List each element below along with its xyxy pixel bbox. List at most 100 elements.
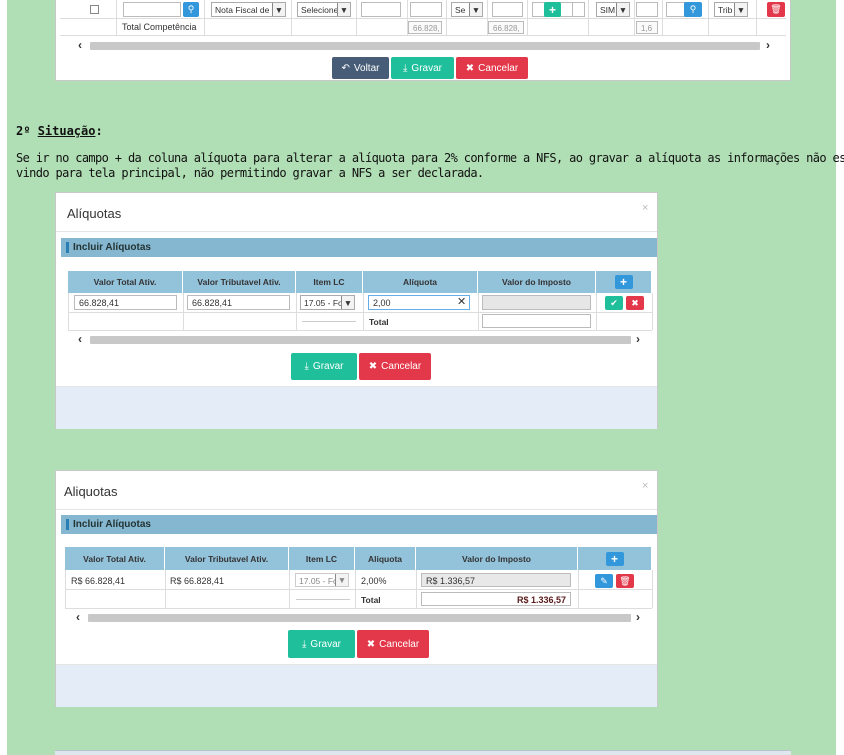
close-icon[interactable]: × (642, 202, 648, 214)
cancelar-button[interactable]: ✖ Cancelar (357, 630, 429, 658)
status-select[interactable]: Selecione ▼ (297, 2, 351, 17)
header-actions: + (578, 547, 652, 570)
total-label: Total (369, 317, 389, 327)
value-field-f[interactable] (636, 2, 658, 17)
header-aliquota: Aliquota (355, 547, 416, 570)
total-imposto-field (482, 314, 591, 328)
gravar-button[interactable]: ⤓ Gravar (291, 353, 357, 380)
situation-line-2: vindo para tela principal, não permitind… (16, 166, 484, 180)
value-field-a[interactable] (361, 2, 401, 17)
row-checkbox[interactable] (90, 5, 99, 14)
close-icon: ✖ (366, 638, 376, 650)
aliquota-value: 2,00 (373, 298, 391, 308)
header-valor-total: Valor Total Ativ. (68, 271, 183, 293)
horizontal-scrollbar[interactable] (90, 42, 760, 50)
horizontal-scrollbar[interactable] (88, 614, 631, 622)
gravar-button[interactable]: ⤓ Gravar (288, 630, 355, 658)
heading-word: Situação (37, 124, 96, 138)
download-icon: ⤓ (302, 638, 307, 650)
add-icon[interactable]: + (605, 551, 624, 566)
search-field[interactable] (123, 2, 181, 17)
se-value: Se (455, 5, 466, 15)
modal-title: Aliquotas (64, 484, 118, 499)
section-header: Incluir Alíquotas (61, 515, 657, 534)
value-field-e[interactable] (572, 2, 585, 17)
trib-select[interactable]: Trib ▼ (714, 2, 748, 17)
voltar-label: Voltar (353, 62, 380, 74)
modal-footer (56, 387, 657, 429)
heading-number: 2º (16, 124, 38, 138)
modal-title: Alíquotas (67, 206, 122, 221)
value-field-c[interactable] (492, 2, 523, 17)
add-aliquota-icon[interactable]: + (544, 2, 561, 17)
cancelar-label: Cancelar (478, 62, 519, 74)
clear-input-icon[interactable]: ✕ (457, 295, 466, 308)
scroll-right-icon[interactable]: › (636, 610, 640, 624)
download-icon: ⤓ (304, 361, 309, 372)
modal-footer (56, 665, 657, 707)
scroll-left-icon[interactable]: ‹ (78, 38, 82, 52)
edit-icon[interactable]: ✎ (595, 574, 613, 588)
cancel-row-icon[interactable]: ✖ (626, 296, 644, 310)
delete-icon[interactable]: 🗑 (616, 574, 634, 588)
cancelar-label: Cancelar (379, 638, 420, 650)
horizontal-scrollbar[interactable] (90, 336, 631, 344)
add-icon[interactable]: + (614, 275, 633, 289)
chevron-down-icon: ▼ (335, 574, 348, 586)
confirm-icon[interactable]: ✔ (605, 296, 623, 310)
section-header: Incluir Alíquotas (61, 238, 657, 257)
header-item-lc: Item LC (289, 547, 355, 570)
scroll-left-icon[interactable]: ‹ (78, 332, 82, 346)
gravar-label: Gravar (411, 62, 442, 74)
chevron-down-icon: ▼ (469, 3, 482, 16)
valor-total-value: R$ 66.828,41 (71, 576, 126, 586)
total-imposto-field: R$ 1.336,57 (421, 592, 571, 606)
document-type-value: Nota Fiscal de S (215, 5, 278, 15)
header-valor-tributavel: Valor Tributavel Ativ. (183, 271, 296, 293)
scroll-left-icon[interactable]: ‹ (76, 610, 80, 624)
next-screenshot-edge (55, 750, 791, 755)
item-lc-select[interactable]: 17.05 - Fo ▼ (295, 573, 349, 587)
search-icon[interactable]: ⚲ (684, 2, 702, 17)
valor-imposto-field: R$ 1.336,57 (421, 573, 571, 587)
aliquota-input[interactable]: 2,00 (368, 295, 470, 310)
download-icon: ⤓ (403, 62, 408, 74)
valor-total-field[interactable]: 66.828,41 (74, 295, 177, 310)
aliquotas-modal-editing: Alíquotas × Incluir Alíquotas Valor Tota… (55, 192, 658, 429)
se-select[interactable]: Se ▼ (451, 2, 483, 17)
close-icon: ✖ (465, 62, 475, 74)
header-item-lc: Item LC (296, 271, 363, 293)
gravar-label: Gravar (312, 361, 344, 372)
total-imposto-value: R$ 1.336,57 (516, 595, 566, 605)
section-title: Incluir Alíquotas (73, 242, 151, 253)
header-valor-imposto: Valor do Imposto (478, 271, 596, 293)
document-page: ⚲ Nota Fiscal de S ▼ Selecione ▼ Se ▼ + SIM… (7, 0, 844, 755)
chevron-down-icon: ▼ (272, 3, 285, 16)
search-icon[interactable]: ⚲ (183, 2, 199, 17)
voltar-button[interactable]: ↶ Voltar (332, 57, 389, 79)
total-competencia-label: Total Competência (122, 22, 197, 32)
scroll-right-icon[interactable]: › (766, 38, 770, 52)
gravar-button[interactable]: ⤓ Gravar (391, 57, 454, 79)
document-type-select[interactable]: Nota Fiscal de S ▼ (211, 2, 286, 17)
cancelar-button[interactable]: ✖ Cancelar (359, 353, 431, 380)
item-lc-value: 17.05 - Fo (299, 576, 338, 586)
total-label: Total (361, 595, 381, 605)
scroll-right-icon[interactable]: › (636, 332, 640, 346)
valor-tributavel-field[interactable]: 66.828,41 (187, 295, 290, 310)
cancelar-button[interactable]: ✖ Cancelar (456, 57, 528, 79)
section-title: Incluir Alíquotas (73, 519, 151, 530)
delete-icon[interactable]: 🗑 (767, 2, 785, 17)
header-valor-total: Valor Total Ativ. (65, 547, 165, 570)
value-field-b[interactable] (410, 2, 442, 17)
item-lc-select[interactable]: 17.05 - Fo ▼ (300, 295, 355, 310)
sim-select[interactable]: SIM ▼ (596, 2, 630, 17)
header-actions: + (596, 271, 652, 293)
aliquotas-modal-saved: Aliquotas × Incluir Alíquotas Valor Tota… (55, 470, 658, 707)
total-value-3: 1,6 (636, 21, 658, 34)
close-icon[interactable]: × (642, 480, 648, 492)
item-lc-total-line (302, 321, 356, 322)
total-value-2: 66.828, (488, 21, 524, 34)
header-valor-imposto: Valor do Imposto (416, 547, 578, 570)
header-valor-tributavel: Valor Tributavel Ativ. (165, 547, 289, 570)
